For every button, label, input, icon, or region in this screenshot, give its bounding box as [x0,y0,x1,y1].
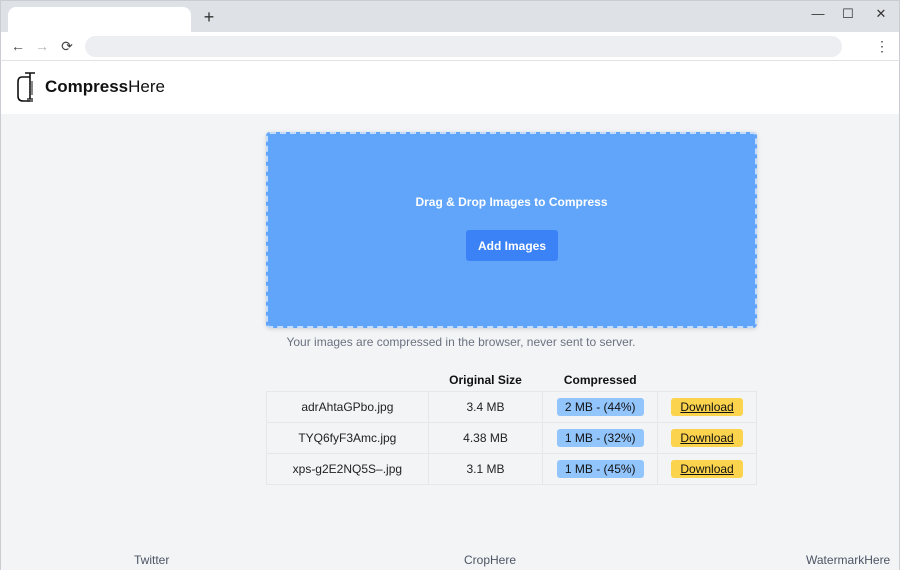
footer-link-crophere[interactable]: CropHere [464,553,516,567]
footer-link-twitter[interactable]: Twitter [134,553,169,567]
header-original-size: Original Size [449,372,522,387]
minimize-icon[interactable]: — [805,5,831,23]
compressed-badge: 2 MB - (44%) [556,397,644,416]
original-size: 3.4 MB [427,390,544,423]
action-cell: Download [657,421,757,454]
address-bar[interactable] [85,36,842,57]
browser-toolbar: ← → ⟳ ⋮ [0,32,900,61]
new-tab-icon[interactable]: + [200,8,218,26]
original-size: 3.1 MB [427,452,544,485]
header-filename [267,369,429,391]
brand-regular: Here [128,77,165,96]
file-name: adrAhtaGPbo.jpg [266,390,429,423]
add-images-button[interactable]: Add Images [466,230,558,261]
brand-bold: Compress [45,77,129,96]
maximize-icon[interactable]: ☐ [835,5,861,23]
drop-zone[interactable]: Drag & Drop Images to Compress Add Image… [266,132,757,328]
close-icon[interactable]: ✕ [868,5,894,23]
privacy-note: Your images are compressed in the browse… [286,335,636,349]
compressed-cell: 1 MB - (45%) [542,452,659,485]
download-button[interactable]: Download [671,459,743,478]
reload-icon[interactable]: ⟳ [58,37,76,55]
original-size: 4.38 MB [427,421,544,454]
table-row: TYQ6fyF3Amc.jpg 4.38 MB 1 MB - (32%) Dow… [266,421,757,454]
table-header-row: Original Size Compressed [267,369,757,391]
header-compressed: Compressed [563,372,637,387]
app-header: CompressHere [0,61,900,114]
file-name: xps-g2E2NQ5S–.jpg [266,452,429,485]
forward-icon[interactable]: → [33,37,51,55]
brand-title[interactable]: CompressHere [45,77,165,97]
action-cell: Download [657,390,757,423]
table-row: xps-g2E2NQ5S–.jpg 3.1 MB 1 MB - (45%) Do… [266,452,757,485]
download-button[interactable]: Download [671,428,743,447]
compressed-cell: 1 MB - (32%) [542,421,659,454]
back-icon[interactable]: ← [9,37,27,55]
browser-menu-icon[interactable]: ⋮ [875,37,889,55]
browser-tab[interactable] [8,7,191,34]
header-action [658,369,757,391]
results-table: Original Size Compressed adrAhtaGPbo.jpg… [266,369,757,485]
compressed-cell: 2 MB - (44%) [542,390,659,423]
table-row: adrAhtaGPbo.jpg 3.4 MB 2 MB - (44%) Down… [266,390,757,423]
compressed-badge: 1 MB - (32%) [556,428,644,447]
action-cell: Download [657,452,757,485]
clamp-icon [17,72,35,102]
footer-link-watermarkhere[interactable]: WatermarkHere [806,553,890,567]
compressed-badge: 1 MB - (45%) [556,459,644,478]
drop-zone-title: Drag & Drop Images to Compress [415,195,608,209]
download-button[interactable]: Download [671,397,743,416]
file-name: TYQ6fyF3Amc.jpg [266,421,429,454]
browser-tab-bar: + — ☐ ✕ [0,0,900,34]
